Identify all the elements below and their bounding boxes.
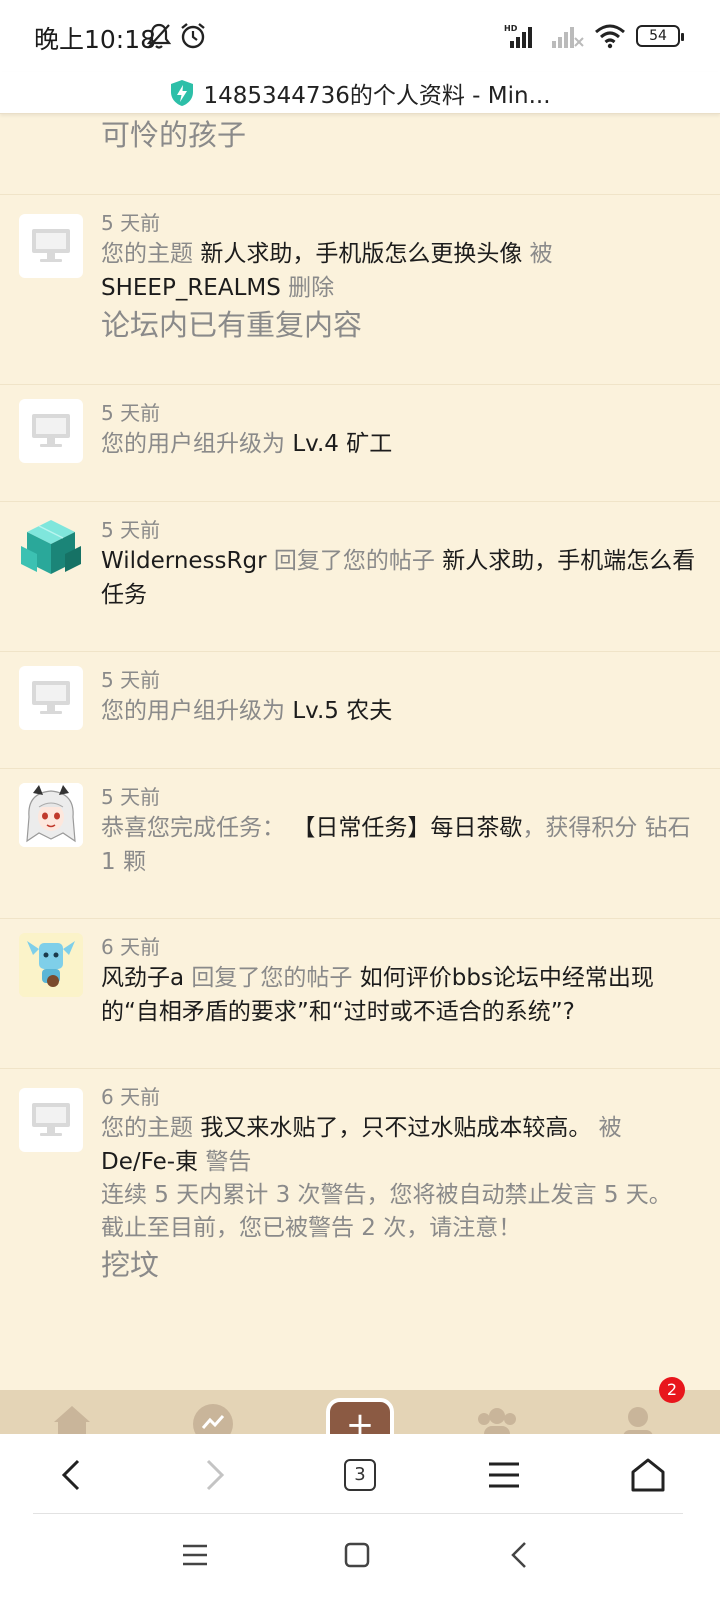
tab-count: 3	[344, 1459, 376, 1491]
notice-prefix: 回复了您的帖子	[191, 965, 353, 991]
tabs-icon[interactable]: 3	[335, 1450, 385, 1500]
list-item[interactable]: 5 天前 恭喜您完成任务： 【日常任务】每日茶歇，获得积分 钻石 1 颗	[0, 769, 720, 919]
signal-no-service-icon	[552, 27, 584, 48]
home-icon[interactable]	[623, 1450, 673, 1500]
notice-prefix: 回复了您的帖子	[273, 548, 435, 574]
timestamp: 6 天前	[101, 935, 161, 959]
notification-badge: 2	[659, 1377, 685, 1403]
svg-text:HD: HD	[504, 24, 518, 33]
timestamp: 6 天前	[101, 1085, 161, 1109]
friends-icon[interactable]	[474, 1404, 520, 1434]
reason-text: 挖坟	[101, 1248, 160, 1282]
warning-note: 连续 5 天内累计 3 次警告，您将被自动禁止发言 5 天。	[101, 1182, 672, 1208]
list-item[interactable]: 5 天前 WildernessRgr 回复了您的帖子 新人求助，手机端怎么看任务	[0, 502, 720, 652]
reason-text: 可怜的孩子	[101, 118, 247, 152]
home-icon[interactable]	[52, 1404, 92, 1434]
notice-prefix: 您的用户组升级为	[101, 698, 285, 724]
mute-bell-icon	[146, 22, 172, 54]
list-item[interactable]: 6 天前 风劲子a 回复了您的帖子 如何评价bbs论坛中经常出现的“自相矛盾的要…	[0, 919, 720, 1069]
menu-icon[interactable]	[479, 1450, 529, 1500]
notice-prefix: 您的用户组升级为	[101, 431, 285, 457]
system-nav-bar	[0, 1516, 720, 1600]
list-item: 可怜的孩子	[0, 115, 720, 195]
default-computer-icon[interactable]	[19, 214, 83, 278]
back-triangle-icon[interactable]	[494, 1530, 544, 1580]
level-text: Lv.5 农夫	[292, 698, 393, 724]
shield-lightning-icon	[170, 79, 193, 106]
status-bar: 晚上10:18 HD 54	[0, 0, 720, 72]
user-link[interactable]: WildernessRgr	[101, 548, 267, 574]
list-item[interactable]: 5 天前 您的用户组升级为 Lv.5 农夫	[0, 652, 720, 769]
action-text: 警告	[205, 1149, 252, 1175]
post-plus-icon[interactable]: +	[326, 1398, 394, 1434]
thread-link[interactable]: 我又来水贴了，只不过水贴成本较高。	[200, 1115, 591, 1141]
thread-link[interactable]: 如何评价bbs论坛中经常出现的“自相矛盾的要求”和“过时或不适合的系统”?	[101, 965, 654, 1025]
url-bar[interactable]: 1485344736的个人资料 - Min...	[0, 72, 720, 114]
timestamp: 5 天前	[101, 401, 161, 425]
default-computer-icon[interactable]	[19, 666, 83, 730]
forward-icon[interactable]	[190, 1450, 240, 1500]
list-item[interactable]: 6 天前 您的主题 我又来水贴了，只不过水贴成本较高。 被 De/Fe-東 警告…	[0, 1069, 720, 1359]
browser-toolbar: 3	[0, 1434, 720, 1516]
task-link[interactable]: 【日常任务】每日茶歇	[292, 815, 522, 841]
back-icon[interactable]	[46, 1450, 96, 1500]
warning-count-note: 截止至目前，您已被警告 2 次，请注意！	[101, 1215, 522, 1241]
reason-text: 论坛内已有重复内容	[101, 308, 363, 342]
notification-feed: 可怜的孩子 5 天前 您的主题 新人求助，手机版怎么更换头像 被 SHEEP_R…	[0, 115, 720, 1393]
action-text: 删除	[288, 275, 335, 301]
default-computer-icon[interactable]	[19, 399, 83, 463]
user-link[interactable]: De/Fe-東	[101, 1149, 198, 1175]
anime-girl-avatar[interactable]	[19, 783, 83, 847]
timestamp: 5 天前	[101, 668, 161, 692]
toolbar-divider	[33, 1513, 683, 1514]
notice-prefix: 您的主题	[101, 1115, 193, 1141]
home-square-icon[interactable]	[332, 1530, 382, 1580]
notice-connector: 被	[529, 241, 553, 267]
user-link[interactable]: 风劲子a	[101, 965, 184, 991]
list-item[interactable]: 5 天前 您的主题 新人求助，手机版怎么更换头像 被 SHEEP_REALMS …	[0, 195, 720, 385]
alarm-icon	[179, 22, 207, 54]
thread-link[interactable]: 新人求助，手机版怎么更换头像	[200, 241, 522, 267]
timestamp: 5 天前	[101, 211, 161, 235]
default-computer-icon[interactable]	[19, 1088, 83, 1152]
notice-connector: 被	[598, 1115, 622, 1141]
profile-icon[interactable]	[618, 1404, 658, 1434]
timestamp: 5 天前	[101, 518, 161, 542]
level-text: Lv.4 矿工	[292, 431, 393, 457]
battery-icon: 54	[636, 25, 684, 47]
diamond-block-avatar[interactable]	[19, 516, 83, 580]
activity-icon[interactable]	[193, 1404, 233, 1434]
wifi-icon	[595, 24, 625, 49]
user-link[interactable]: SHEEP_REALMS	[101, 275, 281, 301]
recents-icon[interactable]	[170, 1530, 220, 1580]
list-item[interactable]: 5 天前 您的用户组升级为 Lv.4 矿工	[0, 385, 720, 502]
timestamp: 5 天前	[101, 785, 161, 809]
page-title: 1485344736的个人资料 - Min...	[203, 82, 551, 109]
clock: 晚上10:18	[34, 25, 157, 54]
blue-creature-avatar[interactable]	[19, 933, 83, 997]
hd-signal-icon: HD	[504, 24, 532, 48]
status-icons: HD 54	[504, 22, 684, 50]
notice-prefix: 恭喜您完成任务：	[101, 815, 285, 841]
forum-bottom-nav: +	[0, 1390, 720, 1434]
notice-prefix: 您的主题	[101, 241, 193, 267]
